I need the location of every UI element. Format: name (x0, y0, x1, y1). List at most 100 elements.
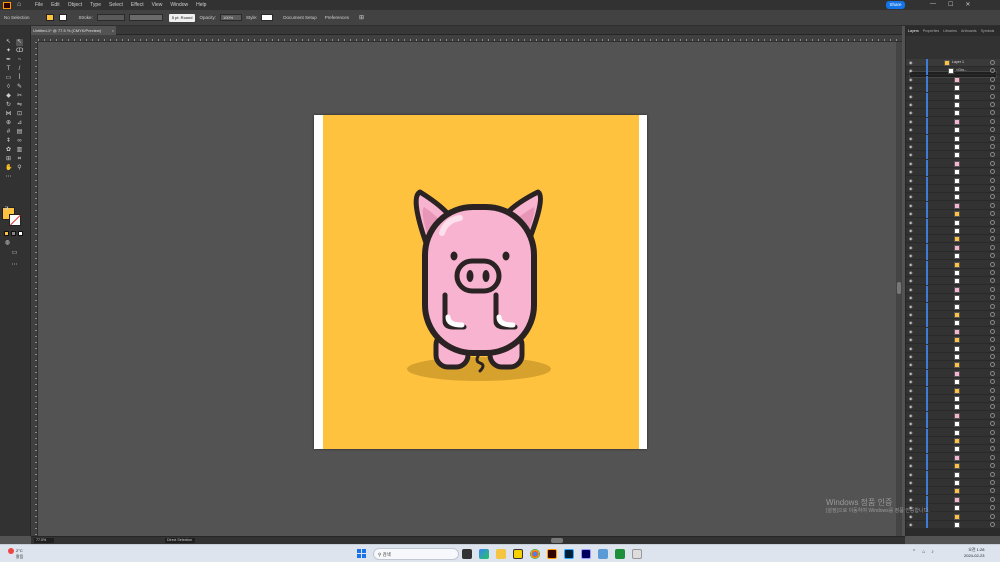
paintbrush-tool-icon[interactable]: ꟾ (16, 75, 23, 82)
visibility-eye-icon[interactable]: ◉ (909, 446, 914, 451)
target-circle-icon[interactable] (990, 286, 995, 292)
menu-object[interactable]: Object (68, 2, 82, 8)
line-tool-icon[interactable]: / (16, 66, 23, 73)
sublayer-row[interactable]: ◉ (906, 344, 1000, 353)
more-tools-icon[interactable]: ⋯ (11, 262, 18, 269)
sublayer-row[interactable]: ◉ (906, 411, 1000, 420)
visibility-eye-icon[interactable]: ◉ (909, 463, 914, 468)
volume-icon[interactable]: ♪ (931, 549, 934, 555)
lasso-tool-icon[interactable]: ↀ (16, 48, 23, 55)
menu-edit[interactable]: Edit (51, 2, 60, 8)
visibility-eye-icon[interactable]: ◉ (909, 194, 914, 199)
sublayer-row[interactable]: ◉ (906, 386, 1000, 395)
visibility-eye-icon[interactable]: ◉ (909, 136, 914, 141)
artboard-tool-icon[interactable]: ⊞ (5, 156, 12, 163)
sublayer-row[interactable]: ◉ (906, 319, 1000, 328)
photoshop-taskbar-icon[interactable] (564, 549, 574, 559)
sublayer-row[interactable]: ◉ (906, 84, 1000, 93)
target-circle-icon[interactable] (990, 412, 995, 418)
sublayer-row[interactable]: ◉ (906, 285, 1000, 294)
sublayer-row[interactable]: ◉ (906, 302, 1000, 311)
menu-type[interactable]: Type (90, 2, 101, 8)
target-circle-icon[interactable] (990, 244, 995, 250)
visibility-eye-icon[interactable]: ◉ (909, 236, 914, 241)
visibility-eye-icon[interactable]: ◉ (909, 488, 914, 493)
visibility-eye-icon[interactable]: ◉ (909, 203, 914, 208)
blend-tool-icon[interactable]: ∞ (16, 138, 23, 145)
target-circle-icon[interactable] (990, 396, 995, 401)
default-colors-icon[interactable]: ◪ (3, 204, 10, 211)
none-mode-icon[interactable] (18, 231, 23, 236)
file-explorer-icon[interactable] (496, 549, 506, 559)
sublayer-row[interactable]: ◉ (906, 243, 1000, 252)
left-eye[interactable] (450, 251, 458, 261)
vertical-scrollbar[interactable] (896, 42, 902, 536)
target-circle-icon[interactable] (990, 328, 995, 334)
visibility-eye-icon[interactable]: ◉ (909, 178, 914, 183)
target-circle-icon[interactable] (990, 320, 995, 326)
tab-properties[interactable]: Properties (923, 29, 939, 36)
visibility-eye-icon[interactable]: ◉ (909, 85, 914, 90)
sublayer-row[interactable]: ◉ (906, 487, 1000, 496)
target-circle-icon[interactable] (990, 370, 995, 376)
sublayer-row[interactable]: ◉ (906, 201, 1000, 210)
visibility-eye-icon[interactable]: ◉ (909, 220, 914, 225)
visibility-eye-icon[interactable]: ◉ (909, 396, 914, 401)
arrange-documents-icon[interactable]: ⊞ (359, 14, 364, 21)
sublayer-row[interactable]: ◉ (906, 193, 1000, 202)
graphic-style-swatch[interactable] (261, 14, 274, 21)
sublayer-row[interactable]: ◉ (906, 151, 1000, 160)
vertical-ruler[interactable] (31, 42, 38, 536)
sublayer-row[interactable]: ◉ (906, 159, 1000, 168)
target-circle-icon[interactable] (990, 228, 995, 233)
target-circle-icon[interactable] (990, 219, 995, 225)
sublayer-row[interactable]: ◉ (906, 117, 1000, 126)
sublayer-row[interactable]: ◉ (906, 269, 1000, 277)
menu-effect[interactable]: Effect (131, 2, 144, 8)
tray-chevron-icon[interactable]: ⌃ (912, 549, 916, 555)
visibility-eye-icon[interactable]: ◉ (909, 270, 914, 275)
visibility-eye-icon[interactable]: ◉ (909, 110, 914, 115)
stroke-color-swatch[interactable] (9, 214, 21, 226)
visibility-eye-icon[interactable]: ◉ (909, 304, 914, 309)
target-circle-icon[interactable] (990, 236, 995, 242)
visibility-eye-icon[interactable]: ◉ (909, 480, 914, 485)
target-circle-icon[interactable] (990, 152, 995, 158)
target-circle-icon[interactable] (990, 345, 995, 351)
shaper-tool-icon[interactable]: ◊ (5, 84, 12, 91)
target-circle-icon[interactable] (990, 144, 995, 149)
sublayer-row[interactable]: ◉ (906, 327, 1000, 336)
visibility-eye-icon[interactable]: ◉ (909, 278, 914, 283)
scissors-tool-icon[interactable]: ✂ (16, 93, 23, 100)
target-circle-icon[interactable] (990, 110, 995, 116)
visibility-eye-icon[interactable]: ◉ (909, 186, 914, 191)
target-circle-icon[interactable] (990, 127, 995, 133)
target-circle-icon[interactable] (990, 253, 995, 259)
sublayer-row[interactable]: ◉ (906, 294, 1000, 303)
group-name[interactable]: <Gro... (956, 68, 967, 72)
edge-icon[interactable] (479, 549, 489, 559)
stroke-weight-field[interactable] (96, 14, 125, 21)
target-circle-icon[interactable] (990, 211, 995, 217)
visibility-eye-icon[interactable]: ◉ (909, 161, 914, 166)
visibility-eye-icon[interactable]: ◉ (909, 262, 914, 267)
magic-wand-tool-icon[interactable]: ✦ (5, 48, 12, 55)
maximize-button[interactable]: ☐ (948, 1, 953, 8)
visibility-eye-icon[interactable]: ◉ (909, 430, 914, 435)
close-tab-icon[interactable]: × (112, 26, 114, 35)
visibility-eye-icon[interactable]: ◉ (909, 362, 914, 367)
opacity-field[interactable]: 100% (219, 14, 242, 21)
target-circle-icon[interactable] (990, 362, 995, 368)
visibility-eye-icon[interactable]: ◉ (909, 102, 914, 107)
target-circle-icon[interactable] (990, 354, 995, 359)
target-circle-icon[interactable] (990, 177, 995, 183)
tab-layers[interactable]: Layers (908, 29, 919, 36)
target-circle-icon[interactable] (990, 471, 995, 477)
direct-selection-tool-icon[interactable]: ↖ (16, 39, 23, 46)
sublayer-row[interactable]: ◉ (906, 101, 1000, 109)
mesh-tool-icon[interactable]: # (5, 129, 12, 136)
horizontal-scroll-thumb[interactable] (551, 538, 563, 543)
visibility-eye-icon[interactable]: ◉ (909, 320, 914, 325)
target-circle-icon[interactable] (990, 337, 995, 343)
sublayer-row[interactable]: ◉ (906, 369, 1000, 378)
